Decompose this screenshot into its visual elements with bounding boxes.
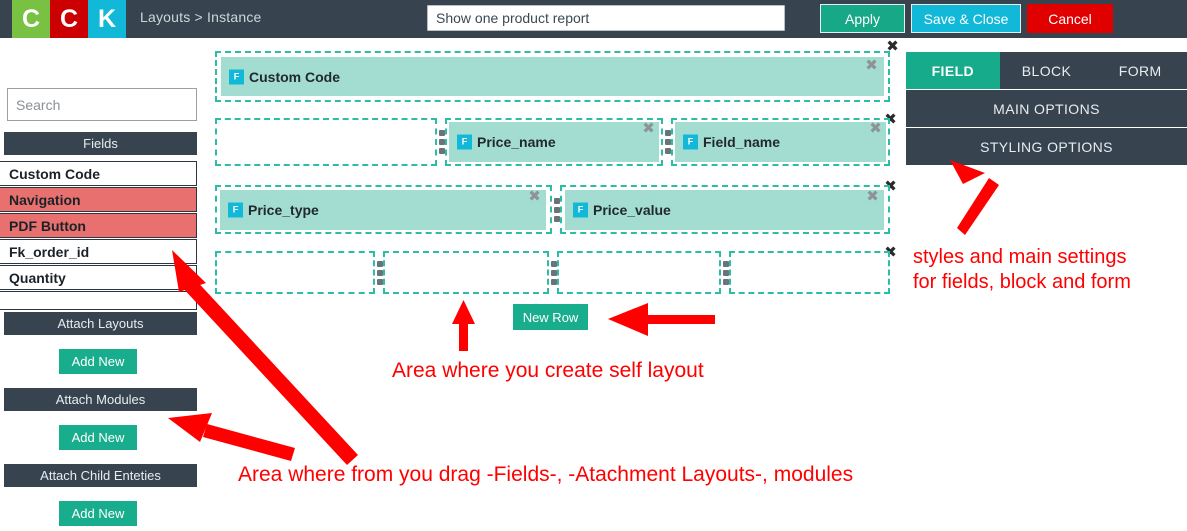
remove-block-icon[interactable]: ✖ [869,121,882,136]
remove-row-icon[interactable]: ✖ [886,39,899,54]
field-type-icon: F [229,69,244,84]
layout-col-4-4[interactable] [729,251,890,294]
styling-options-bar[interactable]: STYLING OPTIONS [906,128,1187,165]
sidebar-field-fk-order-id[interactable]: Fk_order_id [0,239,197,264]
layout-title-input[interactable] [427,5,785,31]
add-new-module-button[interactable]: Add New [59,425,137,450]
layout-row-1[interactable]: F Custom Code ✖ ✖ [215,39,899,102]
remove-block-icon[interactable]: ✖ [866,189,879,204]
layout-col-2-2[interactable]: F Price_name ✖ [445,118,663,166]
new-row-button[interactable]: New Row [513,304,588,330]
logo-tile-c2: C [50,0,88,38]
sidebar-header-attach-child-enteties: Attach Child Enteties [4,464,197,487]
sidebar-field-custom-code[interactable]: Custom Code [0,161,197,186]
app-logo: C C K [12,0,126,38]
field-block-label: Price_type [248,202,319,218]
add-new-child-entity-button[interactable]: Add New [59,501,137,526]
tab-form[interactable]: FORM [1093,52,1187,89]
sidebar-field-navigation[interactable]: Navigation [0,187,197,212]
left-sidebar: Fields Custom Code Navigation PDF Button… [0,38,197,531]
field-type-icon: F [457,134,472,150]
arrow-to-styling-options [950,160,999,235]
sidebar-header-attach-modules: Attach Modules [4,388,197,411]
search-input[interactable] [7,88,197,121]
sidebar-drop-zone[interactable] [0,291,197,310]
tab-block[interactable]: BLOCK [999,52,1094,89]
field-block-label: Custom Code [249,68,340,85]
add-new-layout-button[interactable]: Add New [59,349,137,374]
remove-block-icon[interactable]: ✖ [528,189,541,204]
arrow-to-new-row [608,303,715,336]
layout-col-3-1[interactable]: F Price_type ✖ [215,185,552,234]
arrow-to-canvas [452,300,475,351]
top-bar: C C K Layouts > Instance Apply Save & Cl… [0,0,1187,38]
field-block-price-type[interactable]: F Price_type ✖ [220,189,546,230]
field-block-price-name[interactable]: F Price_name ✖ [449,121,659,162]
field-type-icon: F [683,134,698,150]
field-block-label: Price_value [593,202,671,218]
cancel-button[interactable]: Cancel [1027,4,1113,33]
field-block-field-name[interactable]: F Field_name ✖ [675,121,886,162]
remove-block-icon[interactable]: ✖ [865,58,878,73]
main-options-bar[interactable]: MAIN OPTIONS [906,90,1187,127]
field-block-label: Price_name [477,134,556,150]
layout-col-2-1[interactable] [215,118,437,166]
right-options-panel: FIELD BLOCK FORM MAIN OPTIONS STYLING OP… [906,52,1187,165]
remove-block-icon[interactable]: ✖ [642,121,655,136]
save-close-button[interactable]: Save & Close [911,4,1021,33]
sidebar-field-pdf-button[interactable]: PDF Button [0,213,197,238]
layout-col-4-3[interactable] [557,251,721,294]
field-block-price-value[interactable]: F Price_value ✖ [565,189,884,230]
layout-col-3-2[interactable]: F Price_value ✖ [560,185,890,234]
field-block-label: Field_name [703,134,781,150]
breadcrumb: Layouts > Instance [140,9,262,25]
sidebar-header-attach-layouts: Attach Layouts [4,312,197,335]
field-block-custom-code[interactable]: F Custom Code ✖ [221,57,884,96]
apply-button[interactable]: Apply [820,4,905,33]
field-type-icon: F [228,202,243,218]
logo-tile-k: K [88,0,126,38]
tab-field[interactable]: FIELD [906,52,1000,89]
sidebar-header-fields: Fields [4,132,197,155]
options-tab-bar: FIELD BLOCK FORM [906,52,1187,89]
annotation-right: styles and main settings for fields, blo… [913,246,1131,293]
sidebar-field-quantity[interactable]: Quantity [0,265,197,290]
layout-col-2-3[interactable]: F Field_name ✖ [671,118,890,166]
annotation-middle: Area where you create self layout [392,359,704,382]
layout-col-4-1[interactable] [215,251,375,294]
annotation-bottom: Area where from you drag -Fields-, -Atac… [238,463,854,486]
logo-tile-c1: C [12,0,50,38]
layout-col-4-2[interactable] [383,251,549,294]
field-type-icon: F [573,202,588,218]
layout-canvas[interactable]: F Custom Code ✖ ✖ ✖ F Price_name ✖ F Fie… [210,39,899,304]
